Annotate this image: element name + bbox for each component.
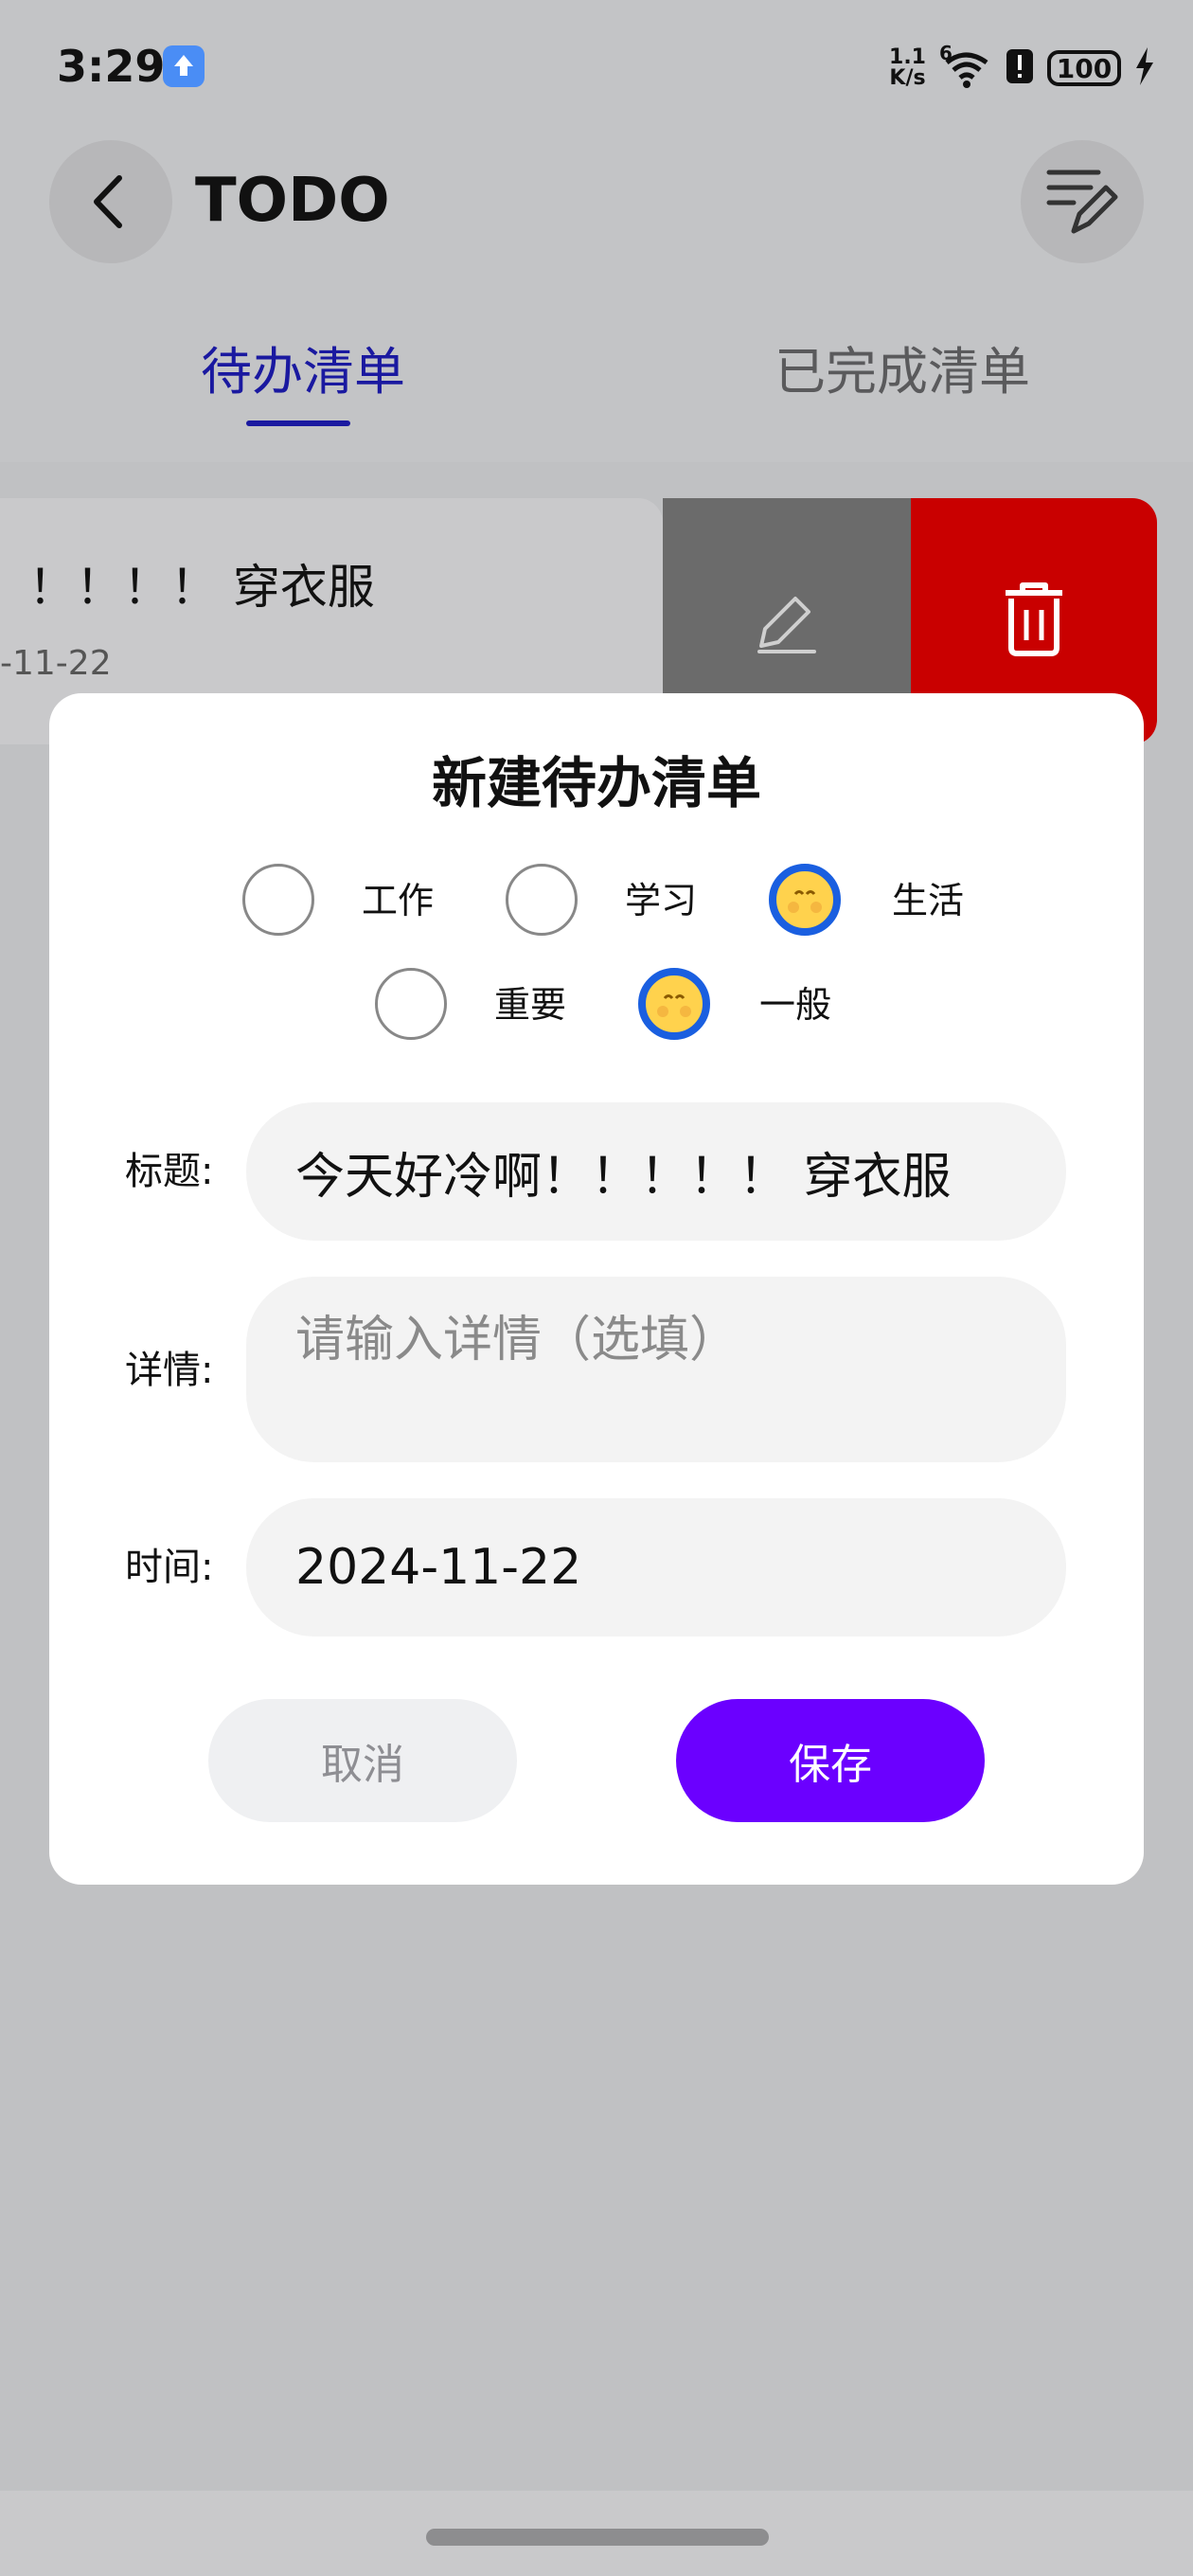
radio-label-work: 工作: [362, 880, 435, 921]
upload-notification-icon: [163, 45, 205, 87]
smile-emoji-icon: [657, 994, 691, 1017]
detail-field-label: 详情:: [125, 1349, 214, 1392]
alert-icon: [1006, 47, 1034, 89]
radio-life[interactable]: [769, 864, 841, 936]
radio-normal[interactable]: [638, 968, 710, 1040]
tab-pending[interactable]: 待办清单: [201, 341, 405, 403]
list-item-title: ！！！！ 穿衣服: [28, 560, 375, 615]
radio-label-important: 重要: [494, 984, 567, 1026]
page-title: TODO: [195, 166, 390, 236]
status-icons: 1.1 K/s 6 100: [889, 40, 1155, 97]
title-field-label: 标题:: [125, 1150, 214, 1193]
list-item-date: -11-22: [0, 644, 112, 683]
radio-label-life: 生活: [892, 880, 965, 921]
radio-label-study: 学习: [625, 880, 698, 921]
list-edit-icon: [1046, 170, 1118, 234]
radio-important[interactable]: [375, 968, 447, 1040]
chevron-left-icon: [94, 175, 122, 228]
battery-indicator: 100: [1047, 50, 1121, 86]
dialog-title: 新建待办清单: [431, 751, 761, 815]
title-input[interactable]: 今天好冷啊！！！！！ 穿衣服: [246, 1102, 1066, 1241]
network-speed: 1.1 K/s: [889, 45, 926, 90]
edit-list-button[interactable]: [1021, 140, 1144, 263]
wifi-icon: 6: [939, 42, 992, 89]
tab-indicator: [246, 420, 350, 426]
save-button[interactable]: 保存: [676, 1699, 985, 1822]
back-button[interactable]: [49, 140, 172, 263]
cancel-button[interactable]: 取消: [208, 1699, 517, 1822]
tab-done[interactable]: 已完成清单: [775, 341, 1030, 403]
charging-icon: [1134, 47, 1155, 89]
radio-study[interactable]: [506, 864, 578, 936]
status-time: 3:29: [57, 41, 166, 92]
detail-input[interactable]: 请输入详情（选填）: [246, 1277, 1066, 1462]
radio-work[interactable]: [242, 864, 314, 936]
time-input[interactable]: 2024-11-22: [246, 1498, 1066, 1637]
smile-emoji-icon: [788, 890, 822, 913]
home-indicator[interactable]: [426, 2529, 769, 2546]
time-field-label: 时间:: [125, 1546, 214, 1589]
radio-label-normal: 一般: [759, 984, 832, 1026]
